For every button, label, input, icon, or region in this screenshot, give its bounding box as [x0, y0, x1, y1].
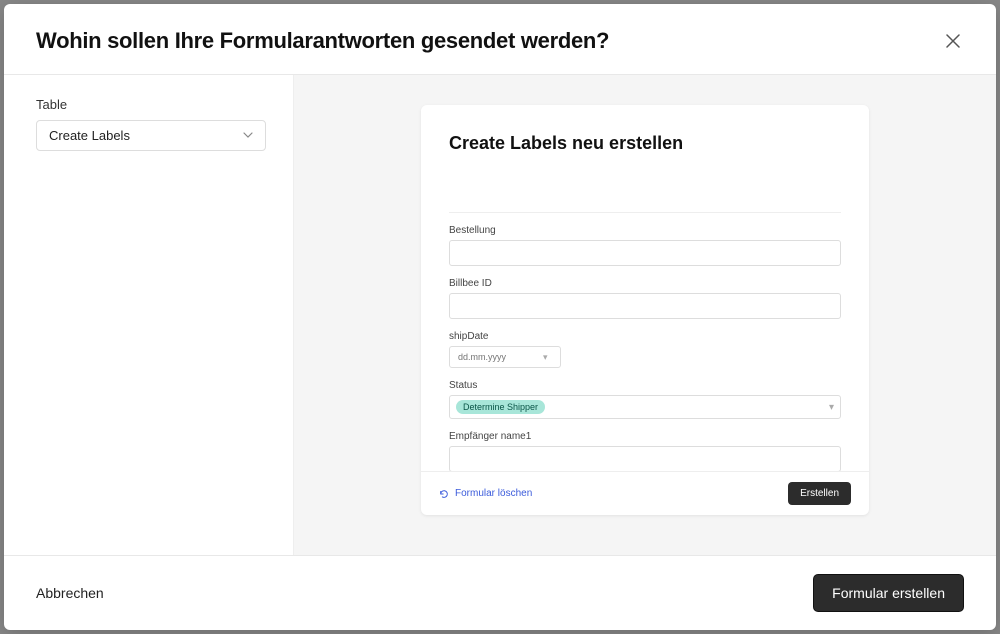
table-label: Table [36, 97, 261, 112]
label-bestellung: Bestellung [449, 225, 841, 236]
input-name1[interactable] [449, 446, 841, 471]
cancel-button[interactable]: Abbrechen [36, 585, 104, 601]
table-select-value: Create Labels [49, 128, 130, 143]
undo-icon [439, 489, 449, 499]
chevron-down-icon [243, 128, 253, 143]
status-tag: Determine Shipper [456, 400, 545, 414]
form-card: Create Labels neu erstellen Bestellung B… [421, 105, 869, 515]
close-icon [946, 34, 960, 48]
form-scroll: Create Labels neu erstellen Bestellung B… [421, 105, 869, 471]
input-shipdate[interactable] [449, 346, 561, 368]
modal-footer: Abbrechen Formular erstellen [4, 555, 996, 630]
input-bestellung[interactable] [449, 240, 841, 266]
form-submit-button[interactable]: Erstellen [788, 482, 851, 505]
form-title-wrap: Create Labels neu erstellen [449, 133, 841, 213]
sidebar: Table Create Labels [4, 75, 294, 555]
chevron-down-icon: ▾ [829, 402, 834, 413]
clear-form-link[interactable]: Formular löschen [439, 488, 532, 499]
field-name1: Empfänger name1 [449, 431, 841, 471]
form-footer: Formular löschen Erstellen [421, 471, 869, 515]
modal-header: Wohin sollen Ihre Formularantworten gese… [4, 4, 996, 75]
modal-title: Wohin sollen Ihre Formularantworten gese… [36, 28, 609, 54]
input-billbee[interactable] [449, 293, 841, 319]
create-form-button[interactable]: Formular erstellen [813, 574, 964, 612]
field-bestellung: Bestellung [449, 225, 841, 266]
field-status: Status Determine Shipper ▾ [449, 380, 841, 419]
form-preview-area: Create Labels neu erstellen Bestellung B… [294, 75, 996, 555]
modal-dialog: Wohin sollen Ihre Formularantworten gese… [4, 4, 996, 630]
select-status[interactable]: Determine Shipper ▾ [449, 395, 841, 419]
table-select[interactable]: Create Labels [36, 120, 266, 151]
close-button[interactable] [942, 30, 964, 52]
clear-form-label: Formular löschen [455, 488, 532, 499]
field-billbee: Billbee ID [449, 278, 841, 319]
modal-body: Table Create Labels Create Labels neu er… [4, 75, 996, 555]
label-billbee: Billbee ID [449, 278, 841, 289]
label-name1: Empfänger name1 [449, 431, 841, 442]
field-shipdate: shipDate ▾ [449, 331, 841, 368]
form-title: Create Labels neu erstellen [449, 133, 841, 172]
label-shipdate: shipDate [449, 331, 841, 342]
label-status: Status [449, 380, 841, 391]
